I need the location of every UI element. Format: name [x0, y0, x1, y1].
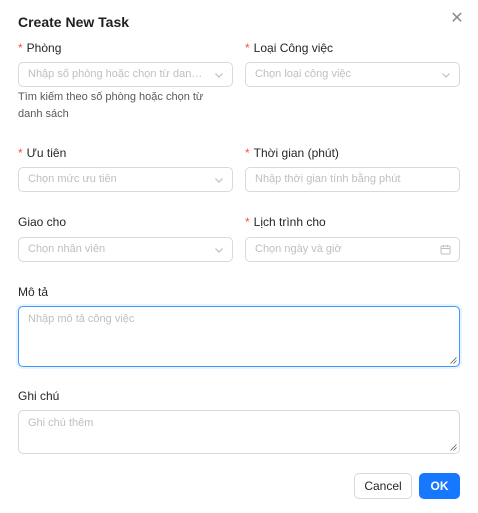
assignee-select[interactable]: Chọn nhân viên — [18, 237, 233, 262]
chevron-down-icon — [214, 63, 224, 86]
required-mark: * — [245, 41, 250, 55]
assignee-label-text: Giao cho — [18, 215, 67, 229]
task-type-label-text: Loại Công việc — [253, 41, 334, 55]
priority-label-text: Ưu tiên — [26, 146, 67, 160]
notes-label: Ghi chú — [18, 389, 59, 403]
room-label: * Phòng — [18, 41, 61, 55]
room-placeholder: Nhập số phòng hoặc chọn từ danh sách — [28, 68, 224, 80]
task-type-placeholder: Chọn loại công việc — [255, 68, 352, 80]
schedule-label-text: Lịch trình cho — [253, 215, 326, 229]
room-label-text: Phòng — [26, 41, 62, 55]
required-mark: * — [245, 146, 250, 160]
close-icon[interactable]: ✕ — [448, 10, 466, 28]
schedule-placeholder: Chọn ngày và giờ — [255, 243, 342, 255]
duration-placeholder: Nhập thời gian tính bằng phút — [255, 173, 401, 185]
room-help-text: Tìm kiếm theo số phòng hoặc chọn từ danh… — [18, 89, 203, 123]
priority-label: * Ưu tiên — [18, 146, 66, 160]
duration-label: * Thời gian (phút) — [245, 146, 339, 160]
modal-title: Create New Task — [18, 14, 130, 30]
notes-placeholder: Ghi chú thêm — [28, 417, 94, 429]
task-type-select[interactable]: Chọn loại công việc — [245, 62, 460, 87]
description-label: Mô tả — [18, 285, 48, 299]
priority-placeholder: Chọn mức ưu tiên — [28, 173, 117, 185]
description-placeholder: Nhập mô tả công việc — [28, 313, 135, 325]
resize-grip-icon[interactable] — [450, 357, 457, 364]
duration-input[interactable]: Nhập thời gian tính bằng phút — [245, 167, 460, 192]
priority-select[interactable]: Chọn mức ưu tiên — [18, 167, 233, 192]
room-help-line-2: danh sách — [18, 108, 69, 120]
room-help-line-1: Tìm kiếm theo số phòng hoặc chọn từ — [18, 91, 204, 103]
notes-label-text: Ghi chú — [18, 389, 60, 403]
chevron-down-icon — [214, 238, 224, 261]
required-mark: * — [245, 215, 250, 229]
assignee-placeholder: Chọn nhân viên — [28, 243, 106, 255]
duration-label-text: Thời gian (phút) — [253, 146, 339, 160]
required-mark: * — [18, 41, 23, 55]
cancel-button[interactable]: Cancel — [354, 473, 412, 499]
notes-textarea[interactable]: Ghi chú thêm — [18, 410, 460, 454]
schedule-label: * Lịch trình cho — [245, 215, 326, 229]
task-type-label: * Loại Công việc — [245, 41, 333, 55]
resize-grip-icon[interactable] — [450, 444, 457, 451]
assignee-label: Giao cho — [18, 215, 66, 229]
create-task-modal: Create New Task ✕ * Phòng Nhập số phòng h… — [0, 0, 478, 513]
ok-button[interactable]: OK — [419, 473, 460, 499]
schedule-datepicker[interactable]: Chọn ngày và giờ — [245, 237, 460, 262]
room-select[interactable]: Nhập số phòng hoặc chọn từ danh sách — [18, 62, 233, 87]
calendar-icon — [440, 238, 451, 261]
description-textarea[interactable]: Nhập mô tả công việc — [18, 306, 460, 367]
chevron-down-icon — [214, 168, 224, 191]
chevron-down-icon — [441, 63, 451, 86]
required-mark: * — [18, 146, 23, 160]
description-label-text: Mô tả — [18, 285, 49, 299]
